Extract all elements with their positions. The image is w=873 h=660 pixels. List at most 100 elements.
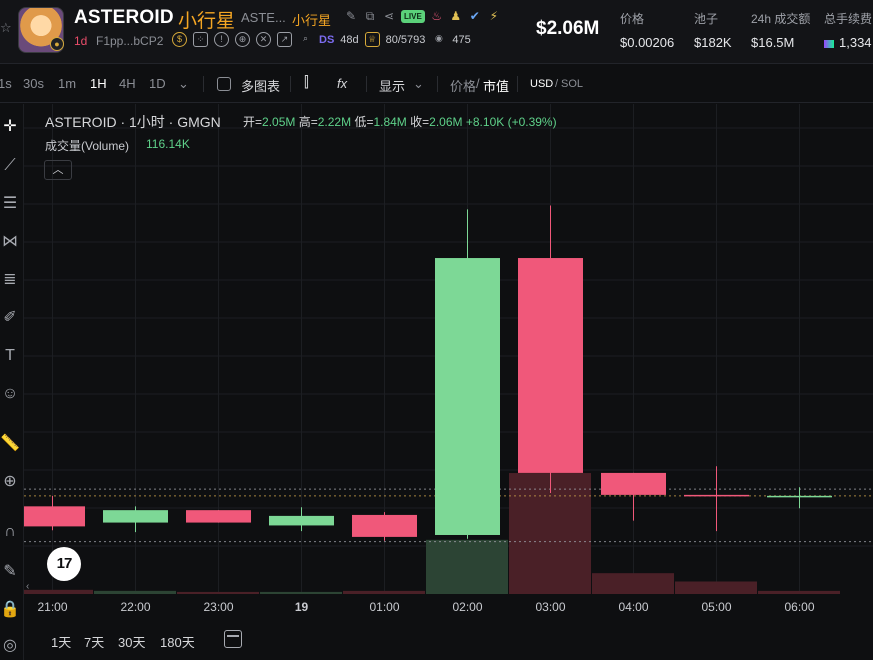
range-bar: 1天 7天 30天 180天 <box>24 620 873 660</box>
toolbar-divider <box>517 76 518 92</box>
warning-icon[interactable]: ! <box>214 32 229 47</box>
usd-toggle[interactable]: USD <box>530 78 553 90</box>
time-axis-label: 23:00 <box>203 600 234 614</box>
toggle-slash: / <box>555 78 559 90</box>
token-name-cn-small: 小行星 <box>292 13 332 28</box>
interval-1h[interactable]: 1H <box>90 76 107 91</box>
token-name-cn: 小行星 <box>178 11 236 32</box>
live-badge[interactable]: LIVE <box>401 9 425 23</box>
high-label: 高= <box>298 115 318 129</box>
volume-label: 成交量(Volume) <box>45 139 130 153</box>
candle-style-icon[interactable]: ⫿ <box>304 74 309 91</box>
stat-value: $0.00206 <box>620 35 675 50</box>
pin-icon[interactable]: ☆ <box>0 20 12 36</box>
ohlc-legend: 开=2.05M 高=2.22M 低=1.84M 收=2.06M +8.10K (… <box>243 113 557 130</box>
lock-drawing-icon[interactable]: ✎ <box>0 562 20 582</box>
horizontal-lines-icon[interactable]: ☰ <box>0 194 20 214</box>
views-count: 475 <box>452 33 471 46</box>
stat-value: $182K <box>694 35 732 50</box>
token-symbol: ASTEROID <box>74 7 174 28</box>
stat-pool: 池子 $182K <box>694 10 732 50</box>
website-icon[interactable]: ⊕ <box>235 32 250 47</box>
range-180d[interactable]: 180天 <box>160 632 195 651</box>
holders-ratio: 80/5793 <box>385 33 426 46</box>
token-meta-row: $ ⁘ ! ⊕ ✕ ↗ ⌕ DS 48d ♕ 80/5793 ◉ 475 <box>172 32 471 47</box>
volume-bar <box>758 590 840 594</box>
candle-body <box>269 515 334 526</box>
open-value: 2.05M <box>262 115 296 129</box>
toggle-slash: / <box>476 76 480 91</box>
range-30d[interactable]: 30天 <box>118 632 145 651</box>
token-address[interactable]: F1pp...bCP2 <box>96 34 163 48</box>
multi-chart-checkbox[interactable] <box>217 77 231 91</box>
sol-toggle[interactable]: SOL <box>561 78 583 90</box>
ruler-icon[interactable]: 📏 <box>0 434 20 454</box>
copy-icon[interactable]: ⧉ <box>363 9 377 23</box>
token-age: 1d <box>74 34 88 48</box>
indicators-fx-icon[interactable]: fx <box>337 76 347 91</box>
stat-24h-volume: 24h 成交额 $16.5M <box>751 10 810 50</box>
trend-line-icon[interactable]: ⟋ <box>0 156 20 176</box>
low-value: 1.84M <box>373 115 407 129</box>
lock-icon[interactable]: 🔒 <box>0 600 20 620</box>
volume-bar <box>94 590 176 594</box>
stat-label: 价格 <box>620 12 645 26</box>
candle-body <box>684 494 749 497</box>
tweet-search-icon[interactable]: ↗ <box>277 32 292 47</box>
candlestick-chart[interactable] <box>24 104 873 594</box>
mcap-toggle[interactable]: 市值 <box>483 76 509 95</box>
cluster-icon[interactable]: ⁘ <box>193 32 208 47</box>
edit-icon[interactable]: ✎ <box>344 9 358 23</box>
collapse-legend-button[interactable]: ︿ <box>44 160 72 180</box>
candle-body <box>103 510 168 523</box>
toolbar-divider <box>203 76 204 92</box>
time-axis-label: 03:00 <box>535 600 566 614</box>
pattern-icon[interactable]: ⋈ <box>0 232 20 252</box>
volume-bar <box>260 591 342 594</box>
visibility-icon[interactable]: ◎ <box>0 636 20 656</box>
search-icon[interactable]: ⌕ <box>298 32 313 47</box>
stat-value: 1,334 <box>824 35 872 50</box>
stat-label: 24h 成交额 <box>751 12 811 26</box>
display-menu[interactable]: 显示 <box>379 76 405 95</box>
emoji-icon[interactable]: ☺ <box>0 384 20 404</box>
display-chevron-icon[interactable]: ⌄ <box>413 76 424 92</box>
ds-age: 48d <box>340 33 359 46</box>
time-axis-label: 06:00 <box>784 600 815 614</box>
candle-body <box>601 472 666 495</box>
scroll-left-chevron-icon[interactable]: ‹ <box>26 581 29 592</box>
share-icon[interactable]: ⋖ <box>382 9 396 23</box>
fib-retracement-icon[interactable]: ≣ <box>0 270 20 290</box>
interval-1m[interactable]: 1m <box>58 76 76 91</box>
twitter-icon[interactable]: ✕ <box>256 32 271 47</box>
interval-1s[interactable]: 1s <box>0 76 12 91</box>
token-action-icons: ✎ ⧉ ⋖ LIVE ♨ ♟ ✔ ⚡ <box>344 9 501 23</box>
candle-body <box>186 510 251 523</box>
interval-1d[interactable]: 1D <box>149 76 166 91</box>
interval-4h[interactable]: 4H <box>119 76 136 91</box>
time-axis-label: 22:00 <box>120 600 151 614</box>
text-tool-icon[interactable]: T <box>0 346 20 366</box>
crosshair-icon[interactable]: ✛ <box>0 117 20 137</box>
ds-label[interactable]: DS <box>319 34 334 46</box>
lightning-icon: ⚡ <box>489 9 498 23</box>
price-toggle[interactable]: 价格 <box>450 76 476 95</box>
coin-icon[interactable]: $ <box>172 32 187 47</box>
range-1d[interactable]: 1天 <box>51 632 71 651</box>
tradingview-logo[interactable]: 17 <box>47 547 81 581</box>
stat-total-fees: 总手续费 1,334 <box>824 10 872 50</box>
zoom-in-icon[interactable]: ⊕ <box>0 472 20 492</box>
toolbar-divider <box>437 76 438 92</box>
interval-30s[interactable]: 30s <box>23 76 44 91</box>
drawing-tools-rail: ✛ ⟋ ☰ ⋈ ≣ ✐ T ☺ 📏 ⊕ ∩ ✎ 🔒 ◎ <box>0 104 24 660</box>
high-value: 2.22M <box>317 115 352 129</box>
range-7d[interactable]: 7天 <box>84 632 104 651</box>
verified-icon: ✔ <box>469 9 480 23</box>
calendar-goto-icon[interactable] <box>224 630 242 648</box>
token-header: ☆ ● ASTEROID 小行星 ASTE... 小行星 ✎ ⧉ ⋖ LIVE … <box>0 0 873 64</box>
stat-label: 总手续费 <box>824 12 873 26</box>
brush-icon[interactable]: ✐ <box>0 308 20 328</box>
interval-dropdown-chevron-icon[interactable]: ⌄ <box>178 76 189 92</box>
magnet-icon[interactable]: ∩ <box>0 522 20 542</box>
chart-toolbar: 1s 30s 1m 1H 4H 1D ⌄ 多图表 ⫿ fx 显示 ⌄ 价格 / … <box>0 65 873 103</box>
